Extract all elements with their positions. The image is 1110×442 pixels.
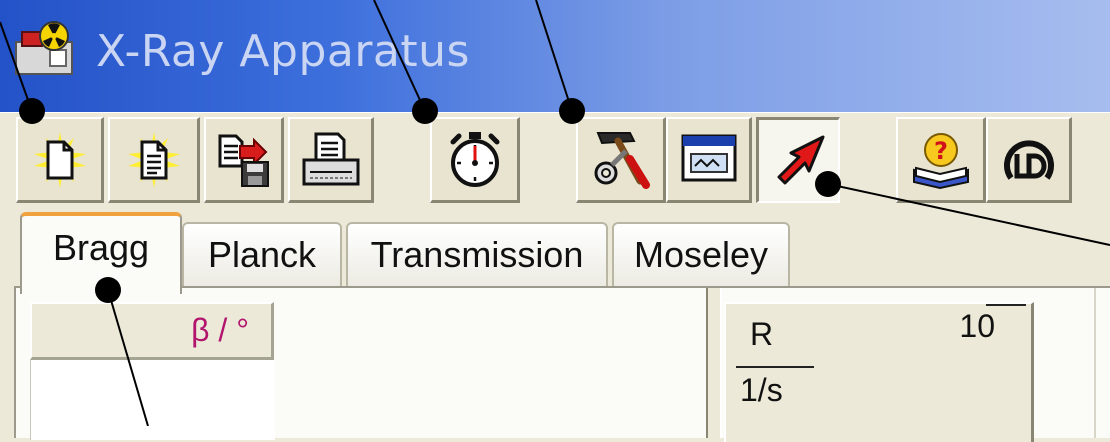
new-file-icon — [33, 131, 86, 188]
display-button[interactable] — [666, 117, 752, 203]
timer-button[interactable] — [430, 117, 520, 203]
rate-value: 10 — [959, 308, 995, 344]
svg-text:?: ? — [934, 137, 948, 165]
panel-splitter[interactable] — [706, 288, 722, 438]
tools-icon — [594, 131, 650, 189]
help-book-icon: ? — [912, 132, 969, 189]
rate-divider-line — [986, 304, 1026, 306]
tab-moseley[interactable]: Moseley — [612, 222, 790, 286]
print-button[interactable] — [288, 117, 374, 203]
display-window-icon — [681, 134, 736, 181]
tab-bragg[interactable]: Bragg — [20, 212, 182, 294]
tab-strip: Bragg Planck Transmission Moseley — [0, 208, 1110, 294]
print-icon — [302, 132, 359, 185]
stopwatch-icon — [450, 131, 499, 187]
app-icon — [15, 21, 73, 75]
toolbar: ? — [0, 112, 1110, 209]
bragg-panel: β / ° R 10 1/s — [14, 286, 1110, 442]
new-document-icon — [127, 131, 180, 188]
pointer-button[interactable] — [756, 117, 840, 203]
tab-label: Planck — [207, 234, 317, 275]
beta-column-header[interactable]: β / ° — [30, 302, 274, 360]
window-title: X-Ray Apparatus — [96, 26, 470, 77]
settings-button[interactable] — [576, 117, 666, 203]
new-document-button[interactable] — [108, 117, 200, 203]
rate-display: R 10 1/s — [724, 302, 1034, 442]
help-button[interactable]: ? — [896, 117, 986, 203]
new-file-button[interactable] — [16, 117, 104, 203]
ld-logo-icon — [1003, 139, 1054, 180]
tab-label: Moseley — [633, 234, 769, 275]
diagram-edge — [1094, 288, 1096, 438]
about-button[interactable] — [986, 117, 1072, 203]
tab-transmission[interactable]: Transmission — [346, 222, 608, 286]
rate-label: R — [750, 316, 774, 352]
diagram-area[interactable] — [1038, 288, 1110, 438]
rate-unit: 1/s — [740, 372, 783, 408]
tab-label: Bragg — [52, 227, 150, 268]
save-icon — [218, 134, 269, 187]
measurement-table[interactable] — [30, 360, 275, 440]
tab-label: Transmission — [370, 234, 584, 275]
tab-planck[interactable]: Planck — [182, 222, 342, 286]
rate-fraction-line — [736, 366, 814, 368]
title-bar: X-Ray Apparatus — [0, 0, 1110, 112]
save-button[interactable] — [204, 117, 284, 203]
red-arrow-pointer-icon — [777, 135, 824, 184]
